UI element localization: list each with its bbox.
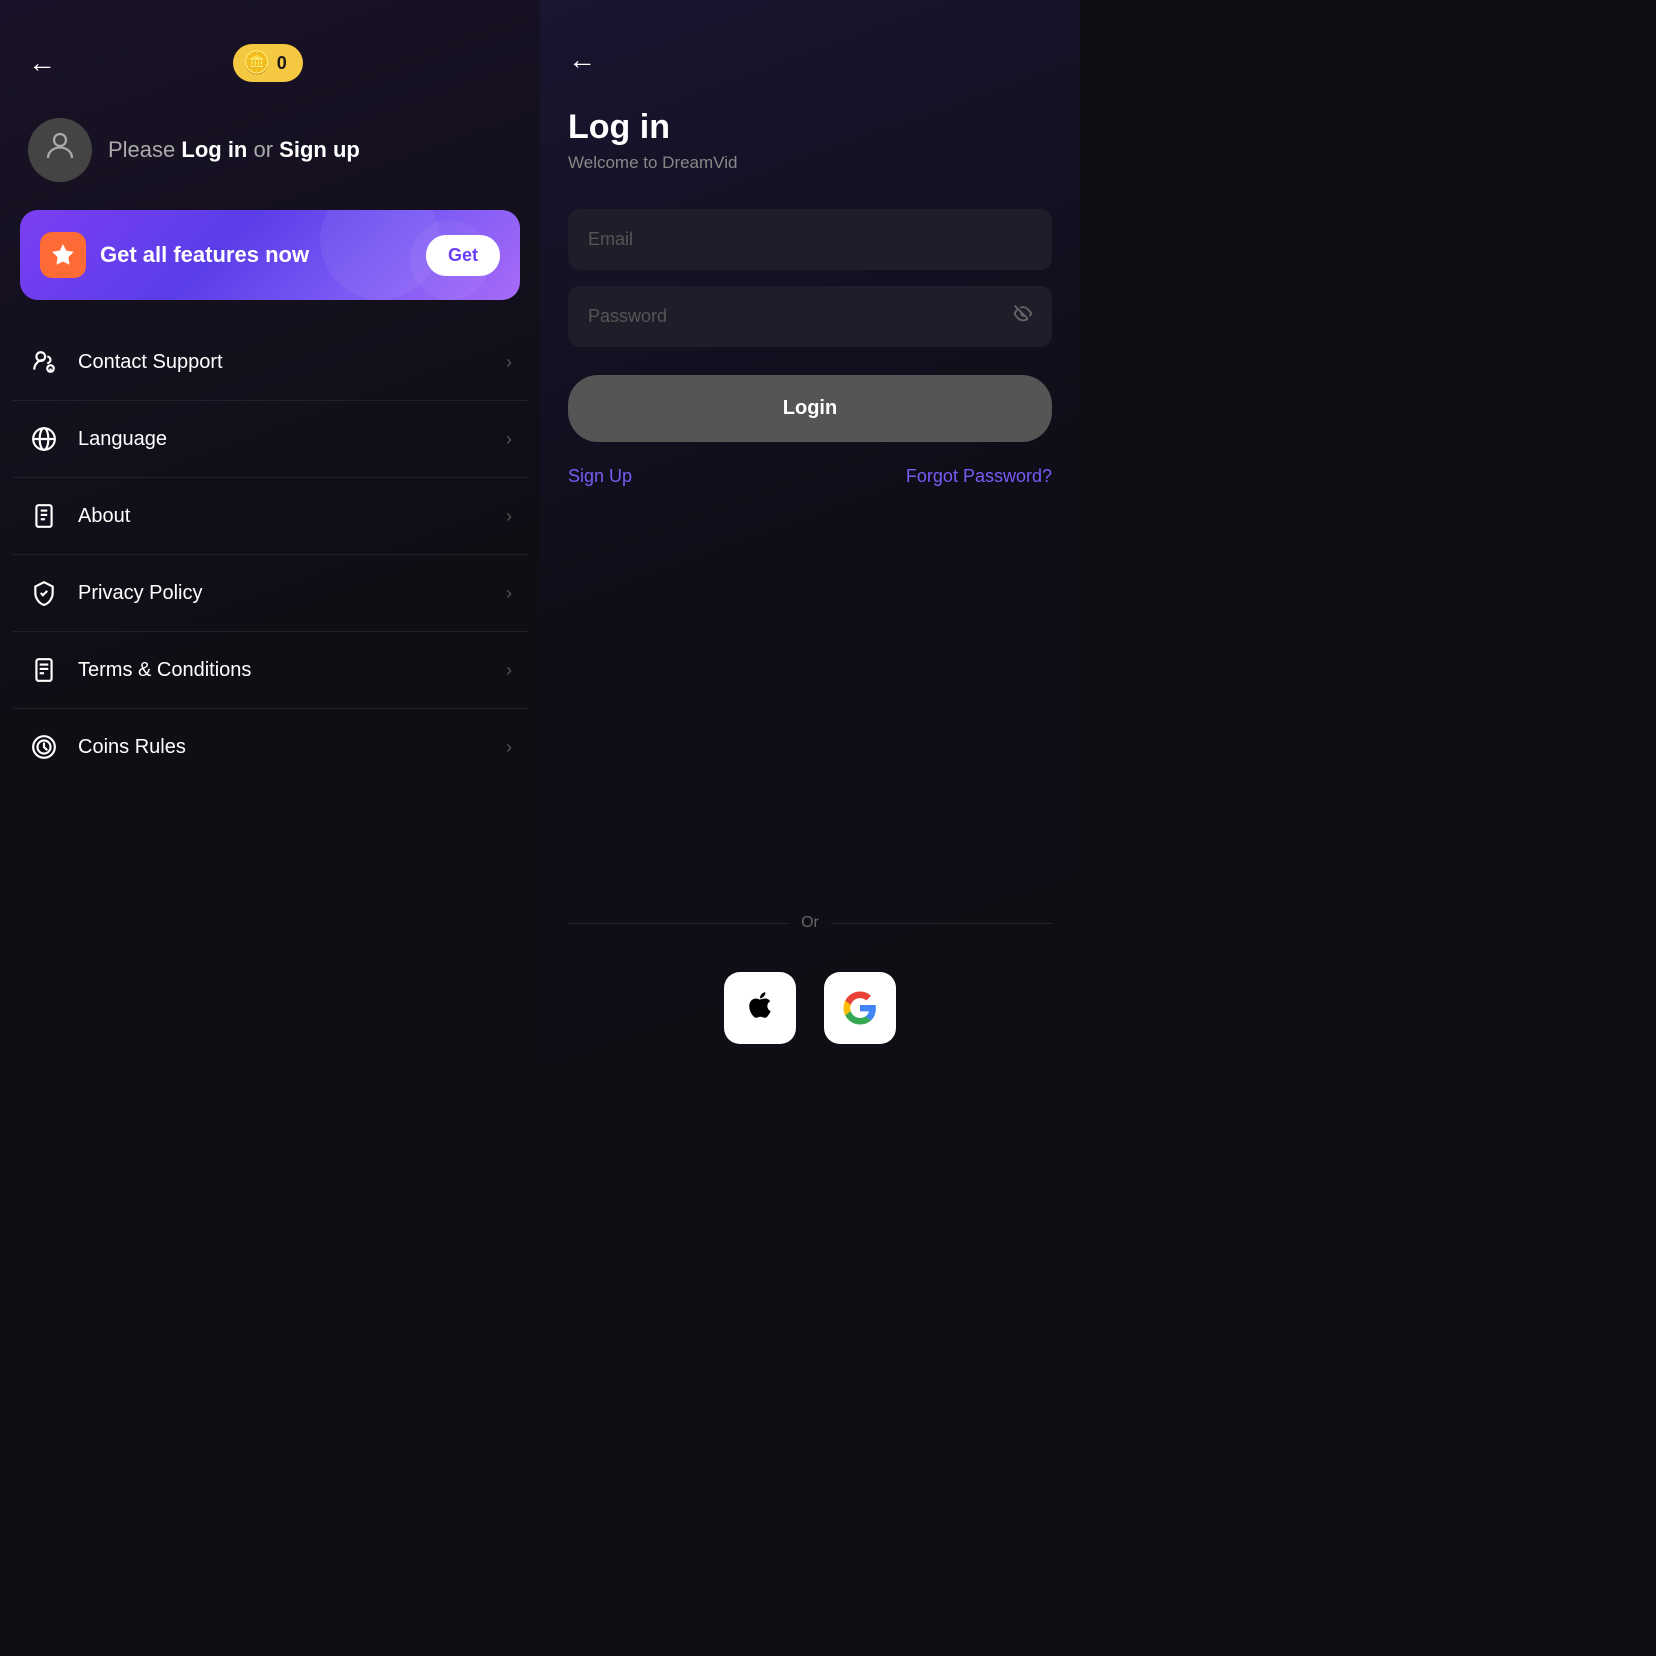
- support-icon: [28, 346, 60, 378]
- email-input[interactable]: [568, 209, 1052, 270]
- coins-badge: 🪙 0: [233, 44, 302, 82]
- auth-links: Sign Up Forgot Password?: [568, 466, 1052, 487]
- or-line-left: [568, 923, 789, 924]
- google-icon: [842, 990, 878, 1026]
- terms-icon: [28, 654, 60, 686]
- password-wrapper: [568, 286, 1052, 347]
- menu-item-about[interactable]: About ›: [12, 478, 528, 555]
- user-prompt: Please Log in or Sign up: [108, 137, 360, 163]
- menu-item-coins-rules[interactable]: Coins Rules ›: [12, 709, 528, 785]
- login-title: Log in: [568, 108, 1052, 147]
- menu-item-privacy-policy[interactable]: Privacy Policy ›: [12, 555, 528, 632]
- password-input[interactable]: [568, 286, 1052, 347]
- coins-count: 0: [277, 53, 287, 74]
- about-icon: [28, 500, 60, 532]
- menu-list: Contact Support › Language › About › Pri…: [0, 324, 540, 1080]
- menu-label-about: About: [78, 505, 488, 528]
- right-header: ←: [568, 44, 1052, 76]
- user-row: Please Log in or Sign up: [0, 98, 540, 202]
- or-text: Or: [801, 914, 819, 932]
- left-header: ← 🪙 0: [0, 0, 540, 98]
- promo-get-button[interactable]: Get: [426, 235, 500, 276]
- promo-gem-icon: [40, 232, 86, 278]
- coins-rules-icon: [28, 731, 60, 763]
- avatar-icon: [42, 128, 78, 172]
- forgot-password-link[interactable]: Forgot Password?: [906, 466, 1052, 487]
- avatar: [28, 118, 92, 182]
- login-button[interactable]: Login: [568, 375, 1052, 442]
- apple-icon: [743, 988, 777, 1028]
- login-subtitle: Welcome to DreamVid: [568, 153, 1052, 173]
- menu-item-language[interactable]: Language ›: [12, 401, 528, 478]
- chevron-icon-terms-conditions: ›: [506, 660, 512, 681]
- back-button-left[interactable]: ←: [28, 49, 56, 77]
- menu-label-language: Language: [78, 428, 488, 451]
- google-signin-button[interactable]: [824, 972, 896, 1044]
- social-buttons: [540, 972, 1080, 1044]
- menu-label-privacy-policy: Privacy Policy: [78, 582, 488, 605]
- right-panel: ← Log in Welcome to DreamVid Login Sign …: [540, 0, 1080, 1080]
- eye-toggle-icon[interactable]: [1012, 303, 1034, 331]
- or-divider: Or: [568, 914, 1052, 932]
- or-line-right: [831, 923, 1052, 924]
- chevron-icon-privacy-policy: ›: [506, 583, 512, 604]
- menu-item-terms-conditions[interactable]: Terms & Conditions ›: [12, 632, 528, 709]
- apple-signin-button[interactable]: [724, 972, 796, 1044]
- signup-link[interactable]: Sign Up: [568, 466, 632, 487]
- privacy-icon: [28, 577, 60, 609]
- back-button-right[interactable]: ←: [568, 44, 596, 76]
- menu-item-contact-support[interactable]: Contact Support ›: [12, 324, 528, 401]
- chevron-icon-about: ›: [506, 506, 512, 527]
- promo-text: Get all features now: [100, 242, 412, 268]
- left-panel: ← 🪙 0 Please Log in or Sign up Get all f…: [0, 0, 540, 1080]
- chevron-icon-language: ›: [506, 429, 512, 450]
- chevron-icon-contact-support: ›: [506, 352, 512, 373]
- menu-label-contact-support: Contact Support: [78, 351, 488, 374]
- menu-label-terms-conditions: Terms & Conditions: [78, 659, 488, 682]
- coin-icon: 🪙: [243, 50, 270, 76]
- menu-label-coins-rules: Coins Rules: [78, 736, 488, 759]
- chevron-icon-coins-rules: ›: [506, 737, 512, 758]
- language-icon: [28, 423, 60, 455]
- promo-banner[interactable]: Get all features now Get: [20, 210, 520, 300]
